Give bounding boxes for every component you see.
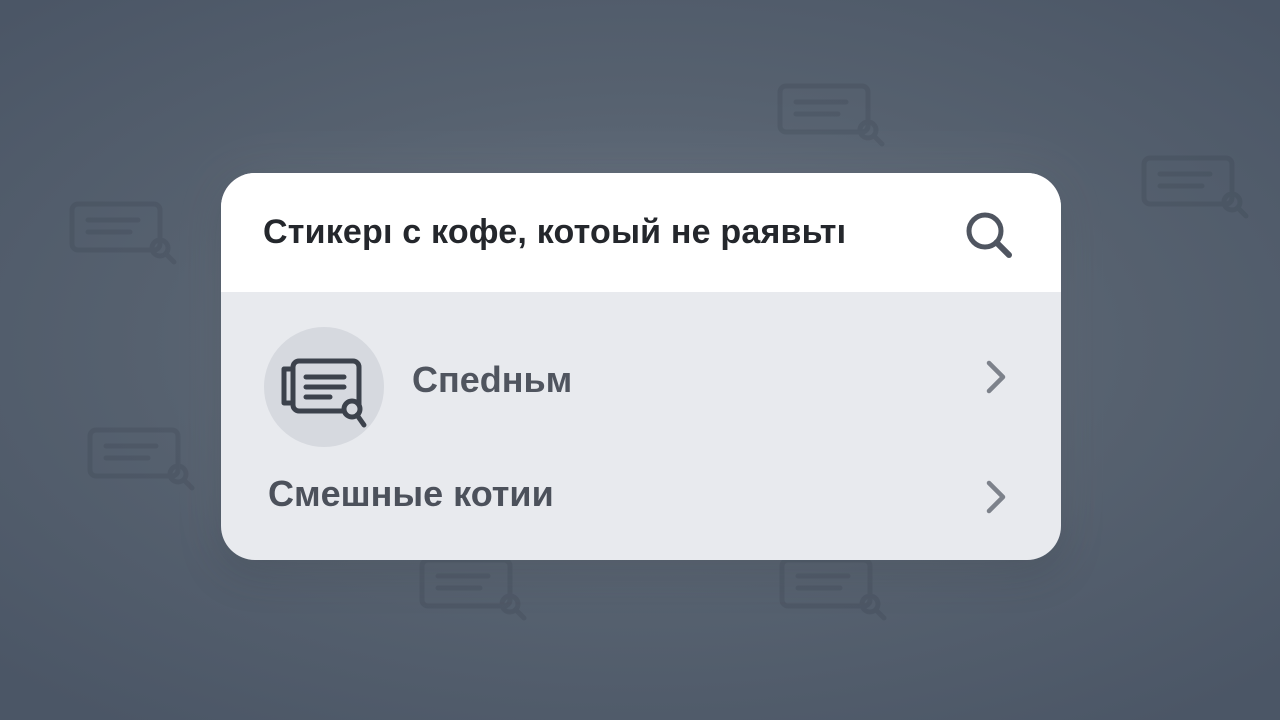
sticker-icon bbox=[268, 329, 380, 446]
search-icon bbox=[961, 207, 1017, 268]
result-label: Смешные котии bbox=[268, 473, 554, 514]
chevron-right-icon bbox=[981, 477, 1011, 517]
background-sticker-icon bbox=[766, 78, 890, 148]
search-bar[interactable]: Стикерı с кофе, котоый не раявьтı bbox=[221, 173, 1061, 292]
background-sticker-icon bbox=[76, 422, 200, 492]
result-label: Cпedньм bbox=[412, 359, 573, 400]
result-row-1[interactable]: Cпedньм bbox=[221, 313, 1061, 447]
background-sticker-icon bbox=[408, 552, 532, 622]
search-button[interactable] bbox=[959, 211, 1019, 263]
sticker-avatar bbox=[264, 327, 384, 447]
background-sticker-icon bbox=[58, 196, 182, 266]
background-sticker-icon bbox=[768, 552, 892, 622]
chevron-right-icon bbox=[981, 357, 1011, 397]
result-row-2[interactable]: Смешные котии bbox=[221, 449, 1061, 529]
background-sticker-icon bbox=[1130, 150, 1254, 220]
search-query-text[interactable]: Стикерı с кофе, котоый не раявьтı bbox=[263, 213, 846, 252]
search-popup-card: Стикерı с кофе, котоый не раявьтı Cпedнь… bbox=[221, 173, 1061, 560]
